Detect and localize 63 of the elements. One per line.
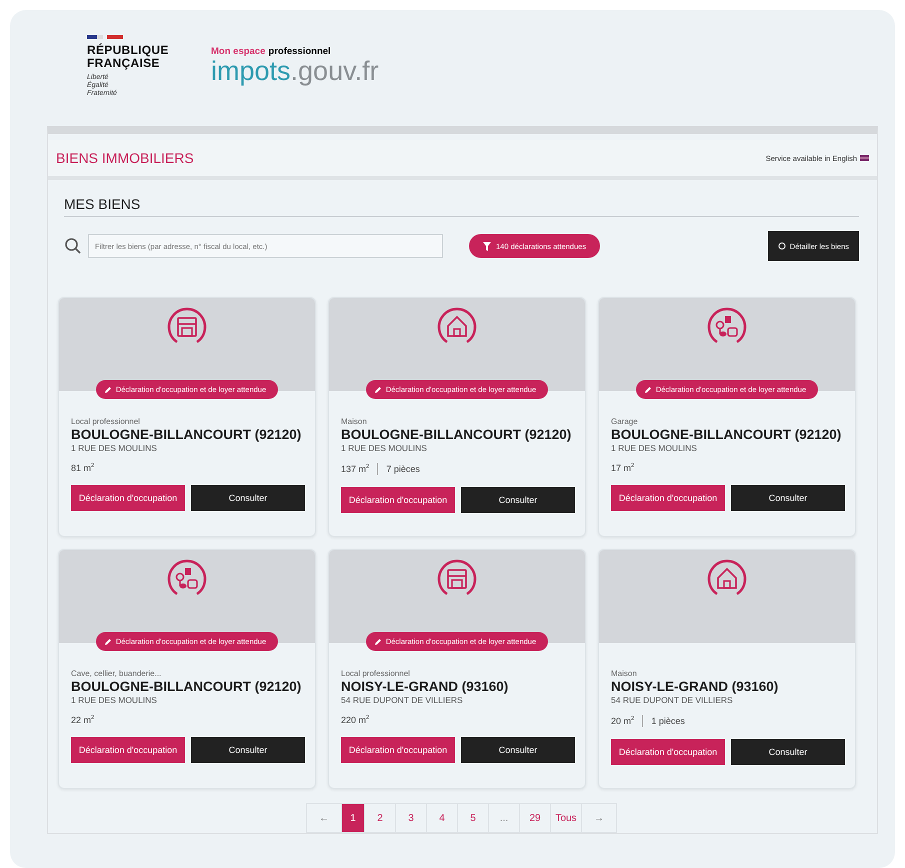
property-type: Maison	[341, 417, 368, 426]
site-domain: .gouv.fr	[290, 57, 379, 85]
declare-button[interactable]: Déclaration d'occupation	[71, 485, 185, 511]
page-link[interactable]: 1	[342, 804, 365, 832]
property-address: 54 RUE DUPONT DE VILLIERS	[341, 695, 464, 705]
property-area: 137 m$^{2}$	[341, 464, 370, 474]
property-type: Garage	[611, 417, 639, 426]
property-city: NOISY-LE-GRAND (93160)	[341, 679, 510, 694]
view-button[interactable]: Consulter	[731, 485, 845, 511]
pencil-icon	[374, 638, 382, 646]
declare-button[interactable]: Déclaration d'occupation	[341, 737, 455, 763]
pencil-icon	[104, 638, 112, 646]
property-city: BOULOGNE-BILLANCOURT (92120)	[341, 427, 572, 442]
room-count: 1 pièces	[651, 716, 685, 726]
declare-button[interactable]: Déclaration d'occupation	[611, 739, 725, 765]
property-address: 54 RUE DUPONT DE VILLIERS	[611, 695, 734, 705]
filter-icon	[483, 242, 491, 250]
property-address: 1 RUE DES MOULINS	[611, 443, 698, 453]
property-area: 81 m$^{2}$	[71, 463, 94, 473]
flag-icon	[860, 155, 869, 161]
property-type: Maison	[611, 669, 638, 678]
property-type: Cave, cellier, buanderie...	[71, 669, 162, 678]
page-title: BIENS IMMOBILIERS	[56, 150, 194, 166]
property-type: Local professionnel	[341, 669, 411, 678]
view-button[interactable]: Consulter	[461, 487, 575, 513]
declare-button[interactable]: Déclaration d'occupation	[71, 737, 185, 763]
property-city: NOISY-LE-GRAND (93160)	[611, 679, 780, 694]
page-link[interactable]: 5	[458, 804, 489, 832]
property-city: BOULOGNE-BILLANCOURT (92120)	[71, 427, 302, 442]
view-button[interactable]: Consulter	[191, 485, 305, 511]
pencil-icon	[644, 386, 652, 394]
property-address: 1 RUE DES MOULINS	[341, 443, 428, 453]
view-button[interactable]: Consulter	[731, 739, 845, 765]
property-city: BOULOGNE-BILLANCOURT (92120)	[611, 427, 842, 442]
property-city: BOULOGNE-BILLANCOURT (92120)	[71, 679, 302, 694]
property-address: 1 RUE DES MOULINS	[71, 695, 158, 705]
property-type: Local professionnel	[71, 417, 141, 426]
page-ellipsis: ...	[489, 804, 520, 832]
search-icon	[64, 237, 82, 255]
property-area: 22 m$^{2}$	[71, 715, 94, 725]
site-name: impots	[211, 57, 291, 85]
property-area: 20 m$^{2}$	[611, 716, 634, 726]
declare-button[interactable]: Déclaration d'occupation	[341, 487, 455, 513]
page-link[interactable]: 2	[365, 804, 396, 832]
section-title: MES BIENS	[64, 196, 859, 217]
pencil-icon	[374, 386, 382, 394]
property-area: 220 m$^{2}$	[341, 715, 370, 725]
room-count: 7 pièces	[386, 464, 420, 474]
page-link[interactable]: 29	[520, 804, 551, 832]
flag-icon	[87, 34, 123, 40]
tagline: professionnel	[268, 46, 331, 57]
page-link[interactable]: 4	[427, 804, 458, 832]
property-area: 17 m$^{2}$	[611, 463, 634, 473]
page-link[interactable]: Tous	[551, 804, 582, 832]
page-link[interactable]: 3	[396, 804, 427, 832]
view-button[interactable]: Consulter	[461, 737, 575, 763]
tagline-accent: Mon espace	[211, 46, 266, 57]
republic-name: RÉPUBLIQUE FRANÇAISE	[87, 44, 170, 70]
view-button[interactable]: Consulter	[191, 737, 305, 763]
pencil-icon	[104, 386, 112, 394]
declare-button[interactable]: Déclaration d'occupation	[611, 485, 725, 511]
property-address: 1 RUE DES MOULINS	[71, 443, 158, 453]
page-arrow[interactable]: →	[582, 804, 616, 832]
